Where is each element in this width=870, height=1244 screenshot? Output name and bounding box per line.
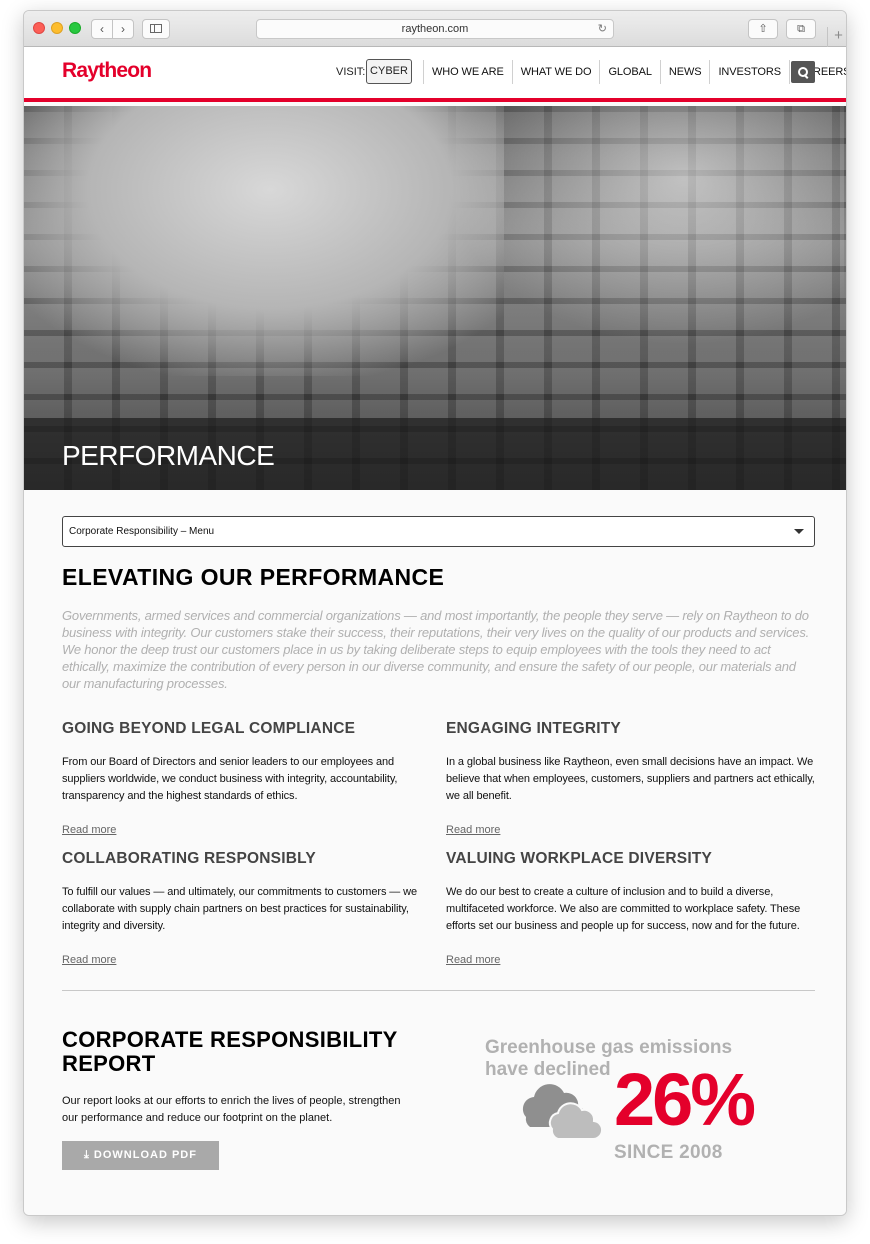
visit-label: VISIT:: [336, 66, 366, 78]
reload-icon[interactable]: ↻: [598, 20, 607, 38]
zoom-window-button[interactable]: [69, 22, 81, 34]
report-description: Our report looks at our efforts to enric…: [62, 1095, 401, 1124]
nav-investors[interactable]: INVESTORS: [709, 60, 788, 84]
pillar-collaborating-responsibly: COLLABORATING RESPONSIBLY To fulfill our…: [62, 850, 437, 968]
main-navigation: WHO WE ARE WHAT WE DO GLOBAL NEWS INVEST…: [423, 60, 846, 84]
close-window-button[interactable]: [33, 22, 45, 34]
site-header: Raytheon VISIT: CYBER WHO WE ARE WHAT WE…: [24, 47, 846, 102]
cloud-icon: [522, 1084, 603, 1141]
read-more-link[interactable]: Read more: [62, 824, 116, 836]
emissions-percentage: 26%: [614, 1058, 756, 1141]
nav-global[interactable]: GLOBAL: [599, 60, 659, 84]
pillar-title: VALUING WORKPLACE DIVERSITY: [446, 850, 713, 867]
chevron-left-icon: ‹: [100, 22, 104, 36]
pillar-title: COLLABORATING RESPONSIBLY: [62, 850, 316, 867]
report-title: CORPORATE RESPONSIBILITY REPORT: [62, 1027, 398, 1076]
download-icon: ⤓: [84, 1149, 90, 1161]
pillar-text: From our Board of Directors and senior l…: [62, 756, 398, 802]
menu-label: Corporate Responsibility – Menu: [69, 526, 215, 537]
page-title: ELEVATING OUR PERFORMANCE: [62, 564, 445, 590]
address-bar[interactable]: raytheon.com ↻: [256, 19, 614, 39]
pillar-engaging-integrity: ENGAGING INTEGRITY In a global business …: [446, 720, 821, 838]
pillar-title: GOING BEYOND LEGAL COMPLIANCE: [62, 720, 356, 737]
download-pdf-button[interactable]: ⤓ DOWNLOAD PDF: [62, 1141, 219, 1170]
browser-toolbar: ‹ › raytheon.com ↻ ⇧ ⧉ +: [24, 11, 846, 47]
page-content: Corporate Responsibility – Menu ELEVATIN…: [24, 490, 846, 1215]
search-icon[interactable]: [791, 61, 815, 83]
chevron-right-icon: ›: [121, 22, 125, 36]
caret-down-icon: [794, 529, 804, 534]
hero-image-glove: [24, 106, 504, 376]
show-tabs-button[interactable]: ⧉: [786, 19, 816, 39]
pillar-workplace-diversity: VALUING WORKPLACE DIVERSITY We do our be…: [446, 850, 821, 968]
hero-title: PERFORMANCE: [62, 440, 275, 471]
pillar-text: In a global business like Raytheon, even…: [446, 756, 815, 802]
hero-image-glow: [444, 106, 844, 346]
pillar-title: ENGAGING INTEGRITY: [446, 720, 621, 737]
pillar-legal-compliance: GOING BEYOND LEGAL COMPLIANCE From our B…: [62, 720, 437, 838]
intro-paragraph: Governments, armed services and commerci…: [62, 608, 810, 691]
back-button[interactable]: ‹: [91, 19, 113, 39]
pillar-text: To fulfill our values — and ultimately, …: [62, 886, 418, 932]
hero-caption-bar: PERFORMANCE: [24, 418, 846, 490]
tabs-icon: ⧉: [797, 23, 805, 35]
nav-who-we-are[interactable]: WHO WE ARE: [423, 60, 512, 84]
read-more-link[interactable]: Read more: [446, 954, 500, 966]
share-icon: ⇧: [758, 23, 768, 35]
share-button[interactable]: ⇧: [748, 19, 778, 39]
new-tab-button[interactable]: +: [827, 27, 846, 47]
read-more-link[interactable]: Read more: [62, 954, 116, 966]
pillar-text: We do our best to create a culture of in…: [446, 886, 801, 932]
browser-window: ‹ › raytheon.com ↻ ⇧ ⧉ + Raytheon VISIT:…: [23, 10, 847, 1216]
raytheon-logo[interactable]: Raytheon: [62, 59, 152, 83]
minimize-window-button[interactable]: [51, 22, 63, 34]
nav-news[interactable]: NEWS: [659, 60, 710, 84]
corporate-responsibility-menu[interactable]: Corporate Responsibility – Menu: [62, 516, 815, 547]
sidebar-toggle-button[interactable]: [142, 19, 170, 39]
hero-banner: PERFORMANCE: [24, 106, 846, 490]
section-divider: [62, 990, 815, 991]
download-label: DOWNLOAD PDF: [93, 1149, 197, 1161]
sidebar-icon: [150, 24, 162, 33]
cyber-button[interactable]: CYBER: [366, 59, 412, 84]
read-more-link[interactable]: Read more: [446, 824, 500, 836]
url-text: raytheon.com: [401, 23, 469, 35]
emissions-since: SINCE 2008: [614, 1142, 723, 1163]
nav-what-we-do[interactable]: WHAT WE DO: [511, 60, 600, 84]
forward-button[interactable]: ›: [112, 19, 134, 39]
